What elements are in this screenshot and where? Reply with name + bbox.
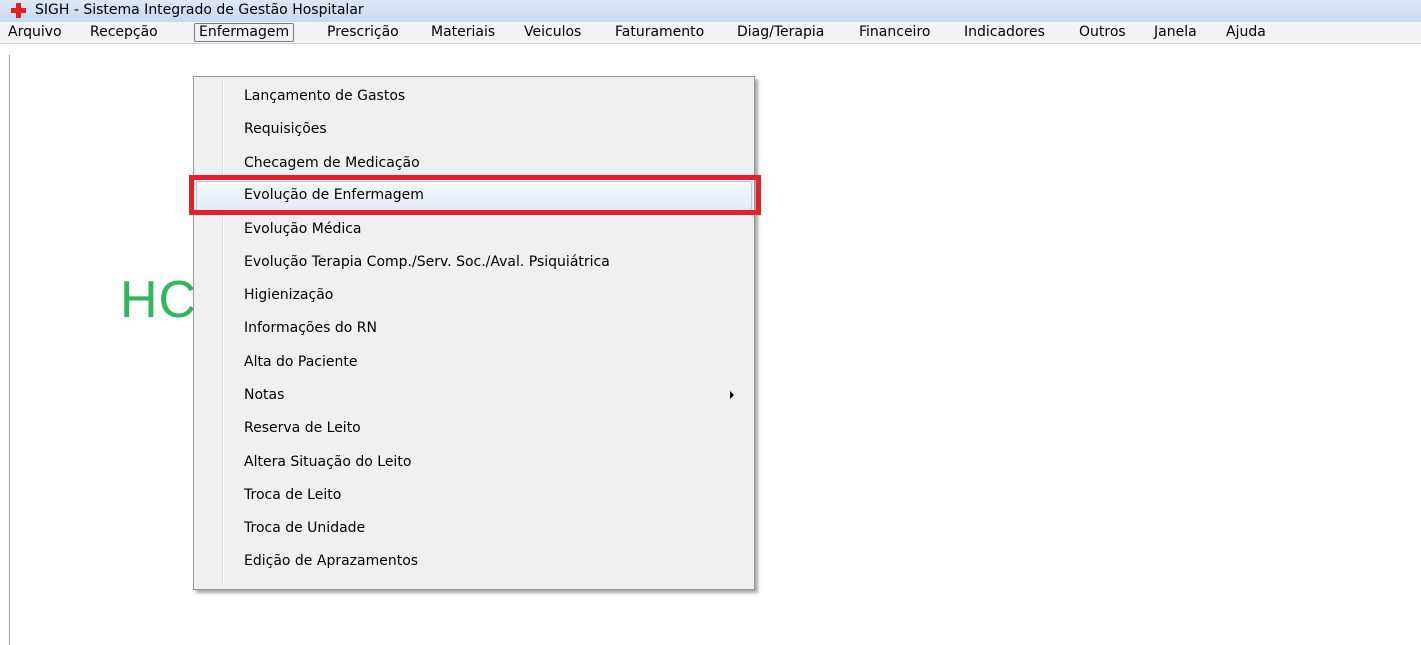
menu-item-checagem-de-medicacao[interactable]: Checagem de Medicação <box>196 149 752 179</box>
menu-veiculos[interactable]: Veiculos <box>520 23 585 42</box>
menu-item-label: Lançamento de Gastos <box>244 88 406 104</box>
menu-materiais[interactable]: Materiais <box>427 23 499 42</box>
menu-janela[interactable]: Janela <box>1150 23 1201 42</box>
menu-item-label: Requisições <box>244 121 327 137</box>
red-cross-icon <box>11 3 26 18</box>
workspace-border <box>9 55 10 645</box>
menu-enfermagem[interactable]: Enfermagem <box>194 23 295 42</box>
menu-bar: Arquivo Recepção Enfermagem Prescrição M… <box>0 22 1421 44</box>
window-title: SIGH - Sistema Integrado de Gestão Hospi… <box>35 2 364 18</box>
menu-item-evolucao-de-enfermagem[interactable]: Evolução de Enfermagem <box>196 181 752 211</box>
menu-ajuda[interactable]: Ajuda <box>1222 23 1270 42</box>
enfermagem-dropdown-menu: Lançamento de Gastos Requisições Checage… <box>193 76 755 590</box>
menu-recepcao[interactable]: Recepção <box>86 23 162 42</box>
menu-item-label: Evolução de Enfermagem <box>244 187 424 203</box>
menu-item-reserva-de-leito[interactable]: Reserva de Leito <box>196 414 752 444</box>
menu-item-label: Informações do RN <box>244 320 377 336</box>
menu-item-alta-do-paciente[interactable]: Alta do Paciente <box>196 348 752 378</box>
menu-item-label: Troca de Unidade <box>244 520 366 536</box>
menu-outros[interactable]: Outros <box>1075 23 1130 42</box>
menu-item-troca-de-leito[interactable]: Troca de Leito <box>196 481 752 511</box>
menu-item-higienizacao[interactable]: Higienização <box>196 281 752 311</box>
menu-item-evolucao-medica[interactable]: Evolução Médica <box>196 215 752 245</box>
menu-item-label: Alta do Paciente <box>244 354 358 370</box>
title-bar: SIGH - Sistema Integrado de Gestão Hospi… <box>0 0 1421 22</box>
menu-item-label: Higienização <box>244 287 334 303</box>
menu-item-label: Troca de Leito <box>244 487 342 503</box>
menu-item-label: Edição de Aprazamentos <box>244 553 419 569</box>
menu-financeiro[interactable]: Financeiro <box>855 23 934 42</box>
menu-item-label: Altera Situação do Leito <box>244 454 412 470</box>
menu-item-label: Checagem de Medicação <box>244 155 420 171</box>
menu-item-altera-situacao-do-leito[interactable]: Altera Situação do Leito <box>196 448 752 478</box>
menu-arquivo[interactable]: Arquivo <box>4 23 66 42</box>
background-logo-text: HC <box>120 271 198 329</box>
menu-item-label: Reserva de Leito <box>244 420 361 436</box>
menu-prescricao[interactable]: Prescrição <box>323 23 403 42</box>
menu-diag-terapia[interactable]: Diag/Terapia <box>733 23 828 42</box>
menu-item-requisicoes[interactable]: Requisições <box>196 115 752 145</box>
menu-item-label: Evolução Terapia Comp./Serv. Soc./Aval. … <box>244 254 610 270</box>
menu-item-notas[interactable]: Notas <box>196 381 752 411</box>
menu-item-troca-de-unidade[interactable]: Troca de Unidade <box>196 514 752 544</box>
menu-item-label: Notas <box>244 387 285 403</box>
menu-item-label: Evolução Médica <box>244 221 362 237</box>
menu-item-edicao-de-aprazamentos[interactable]: Edição de Aprazamentos <box>196 547 752 577</box>
menu-indicadores[interactable]: Indicadores <box>960 23 1049 42</box>
submenu-arrow-icon <box>730 391 734 399</box>
menu-item-lancamento-de-gastos[interactable]: Lançamento de Gastos <box>196 82 752 112</box>
menu-item-informacoes-do-rn[interactable]: Informações do RN <box>196 314 752 344</box>
menu-faturamento[interactable]: Faturamento <box>611 23 708 42</box>
menu-item-evolucao-terapia[interactable]: Evolução Terapia Comp./Serv. Soc./Aval. … <box>196 248 752 278</box>
